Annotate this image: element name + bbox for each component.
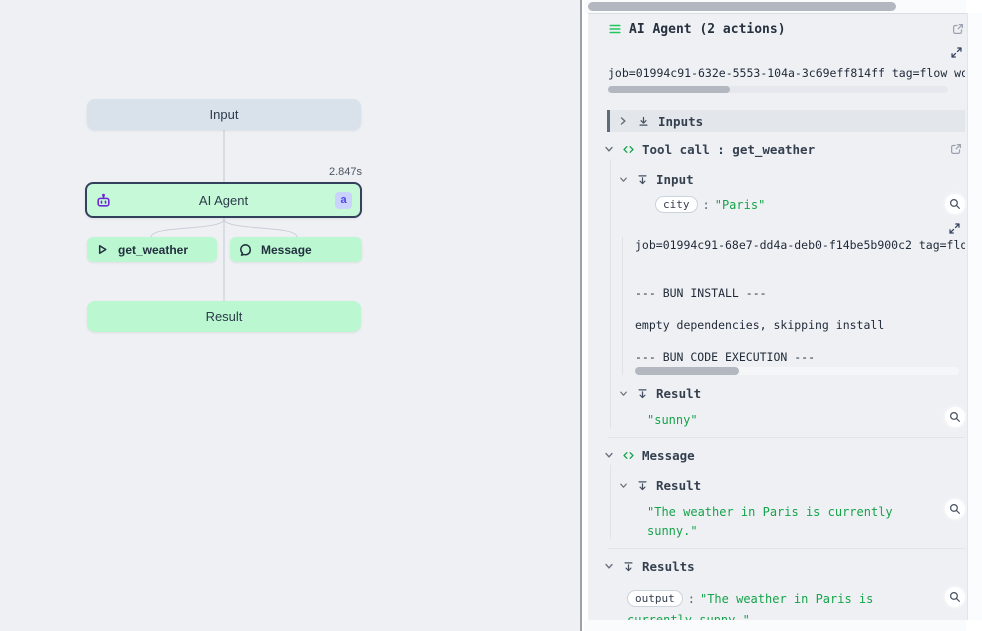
log-line: --- BUN INSTALL --- — [635, 285, 965, 301]
chevron-down-icon[interactable] — [618, 480, 629, 491]
key-pill-output[interactable]: output — [627, 590, 683, 607]
panel-title: AI Agent (2 actions) — [629, 22, 786, 37]
tool-result-value: "sunny" — [647, 413, 698, 427]
flow-node-result-label: Result — [206, 309, 243, 324]
expand-icon[interactable] — [948, 222, 961, 235]
magnifier-icon[interactable] — [945, 407, 965, 427]
message-header[interactable]: Message — [603, 445, 965, 465]
colon: : — [683, 592, 700, 606]
results-section: Results output:"The weather in Paris is … — [608, 556, 965, 620]
results-children: output:"The weather in Paris is currentl… — [610, 576, 965, 620]
flow-node-get-weather-label: get_weather — [118, 243, 188, 257]
chevron-down-icon[interactable] — [618, 174, 629, 185]
tool-call-header[interactable]: Tool call : get_weather — [603, 139, 965, 159]
flow-canvas[interactable]: Input 2.847s AI Agent a get_weather — [0, 0, 580, 631]
message-title: Message — [642, 448, 695, 463]
message-result-header[interactable]: Result — [611, 477, 965, 493]
code-icon — [622, 449, 635, 462]
play-icon — [95, 242, 110, 257]
tool-call-title: Tool call : get_weather — [642, 142, 815, 157]
results-title: Results — [642, 559, 695, 574]
message-result-label: Result — [656, 478, 701, 493]
inputs-section-label: Inputs — [658, 114, 703, 129]
chevron-down-icon[interactable] — [618, 388, 629, 399]
panel-top-scrollbar-thumb[interactable] — [588, 2, 896, 11]
run-detail-panel: AI Agent (2 actions) job=01994c91-632e-5… — [580, 0, 982, 631]
chevron-right-icon[interactable] — [617, 115, 629, 127]
panel-vertical-scrollbar[interactable] — [967, 13, 982, 620]
arrow-down-from-bar-icon — [636, 387, 649, 400]
expand-icon[interactable] — [950, 46, 963, 59]
chevron-down-icon[interactable] — [603, 143, 615, 155]
message-result-value-row: "The weather in Paris is currently sunny… — [611, 501, 965, 539]
tool-log-scrollbar[interactable] — [635, 367, 959, 375]
tool-input-header[interactable]: Input — [611, 171, 965, 187]
city-value: "Paris" — [715, 198, 766, 212]
message-section: Message Result — [608, 445, 965, 549]
download-icon — [637, 115, 650, 128]
magnifier-icon[interactable] — [945, 587, 965, 607]
log-line: job=01994c91-68e7-dd4a-deb0-f14be5b900c2… — [635, 237, 965, 253]
ai-agent-menu-icon — [608, 22, 622, 36]
tool-input-city-row: city:"Paris" — [611, 196, 965, 214]
panel-top-scrollbar[interactable] — [584, 0, 966, 13]
magnifier-icon[interactable] — [945, 499, 965, 519]
log-line — [635, 333, 965, 349]
expand-log-row — [608, 45, 965, 59]
flow-node-message-label: Message — [261, 243, 312, 257]
panel-bottom-scrollbar[interactable] — [584, 620, 966, 631]
message-result-value: "The weather in Paris is currently sunny… — [647, 505, 893, 538]
job-id-line: job=01994c91-632e-5553-104a-3c69eff814ff… — [608, 66, 965, 80]
code-icon — [622, 143, 635, 156]
key-pill-city[interactable]: city — [655, 196, 698, 213]
tool-log-expand-row — [611, 222, 965, 235]
flow-node-get-weather[interactable]: get_weather — [87, 237, 217, 262]
chevron-down-icon[interactable] — [603, 560, 615, 572]
colon: : — [698, 198, 715, 212]
log-line: --- BUN CODE EXECUTION --- — [635, 349, 965, 365]
inputs-section-header[interactable]: Inputs — [607, 110, 965, 132]
agent-duration: 2.847s — [85, 166, 362, 178]
tool-result-label: Result — [656, 386, 701, 401]
results-header[interactable]: Results — [603, 556, 965, 576]
speech-bubble-icon — [238, 242, 253, 257]
panel-content: AI Agent (2 actions) job=01994c91-632e-5… — [588, 13, 967, 620]
tool-result-header[interactable]: Result — [611, 385, 965, 401]
tool-input-label: Input — [656, 172, 694, 187]
message-children: Result "The weather in Paris is currentl… — [610, 465, 965, 539]
log-progress-thumb[interactable] — [608, 86, 730, 93]
log-line — [635, 301, 965, 317]
tool-call-section: Tool call : get_weather — [608, 139, 965, 438]
log-line — [635, 253, 965, 269]
arrow-down-from-bar-icon — [622, 560, 635, 573]
agent-badge: a — [335, 192, 352, 209]
flow-node-result[interactable]: Result — [87, 301, 361, 332]
flow-node-ai-agent-label: AI Agent — [87, 193, 360, 208]
log-line — [635, 269, 965, 285]
arrow-down-from-bar-icon — [636, 479, 649, 492]
magnifier-icon[interactable] — [945, 194, 965, 214]
arrow-down-from-bar-icon — [636, 173, 649, 186]
tool-log-block: job=01994c91-68e7-dd4a-deb0-f14be5b900c2… — [622, 237, 965, 375]
flow-node-message[interactable]: Message — [230, 237, 362, 262]
panel-header: AI Agent (2 actions) — [608, 20, 965, 38]
tool-call-children: Input city:"Paris" — [610, 159, 965, 428]
flow-node-input-label: Input — [210, 107, 239, 122]
open-external-icon[interactable] — [951, 22, 965, 36]
open-external-icon[interactable] — [949, 142, 963, 156]
flow-node-ai-agent[interactable]: AI Agent a — [85, 182, 362, 218]
results-output-row: output:"The weather in Paris is currentl… — [610, 589, 965, 620]
chevron-down-icon[interactable] — [603, 449, 615, 461]
tool-log-scrollbar-thumb[interactable] — [635, 367, 739, 375]
flow-node-input[interactable]: Input — [87, 99, 361, 130]
log-progress-bar[interactable] — [608, 86, 948, 93]
log-line: empty dependencies, skipping install — [635, 317, 965, 333]
tool-result-value-row: "sunny" — [611, 409, 965, 428]
